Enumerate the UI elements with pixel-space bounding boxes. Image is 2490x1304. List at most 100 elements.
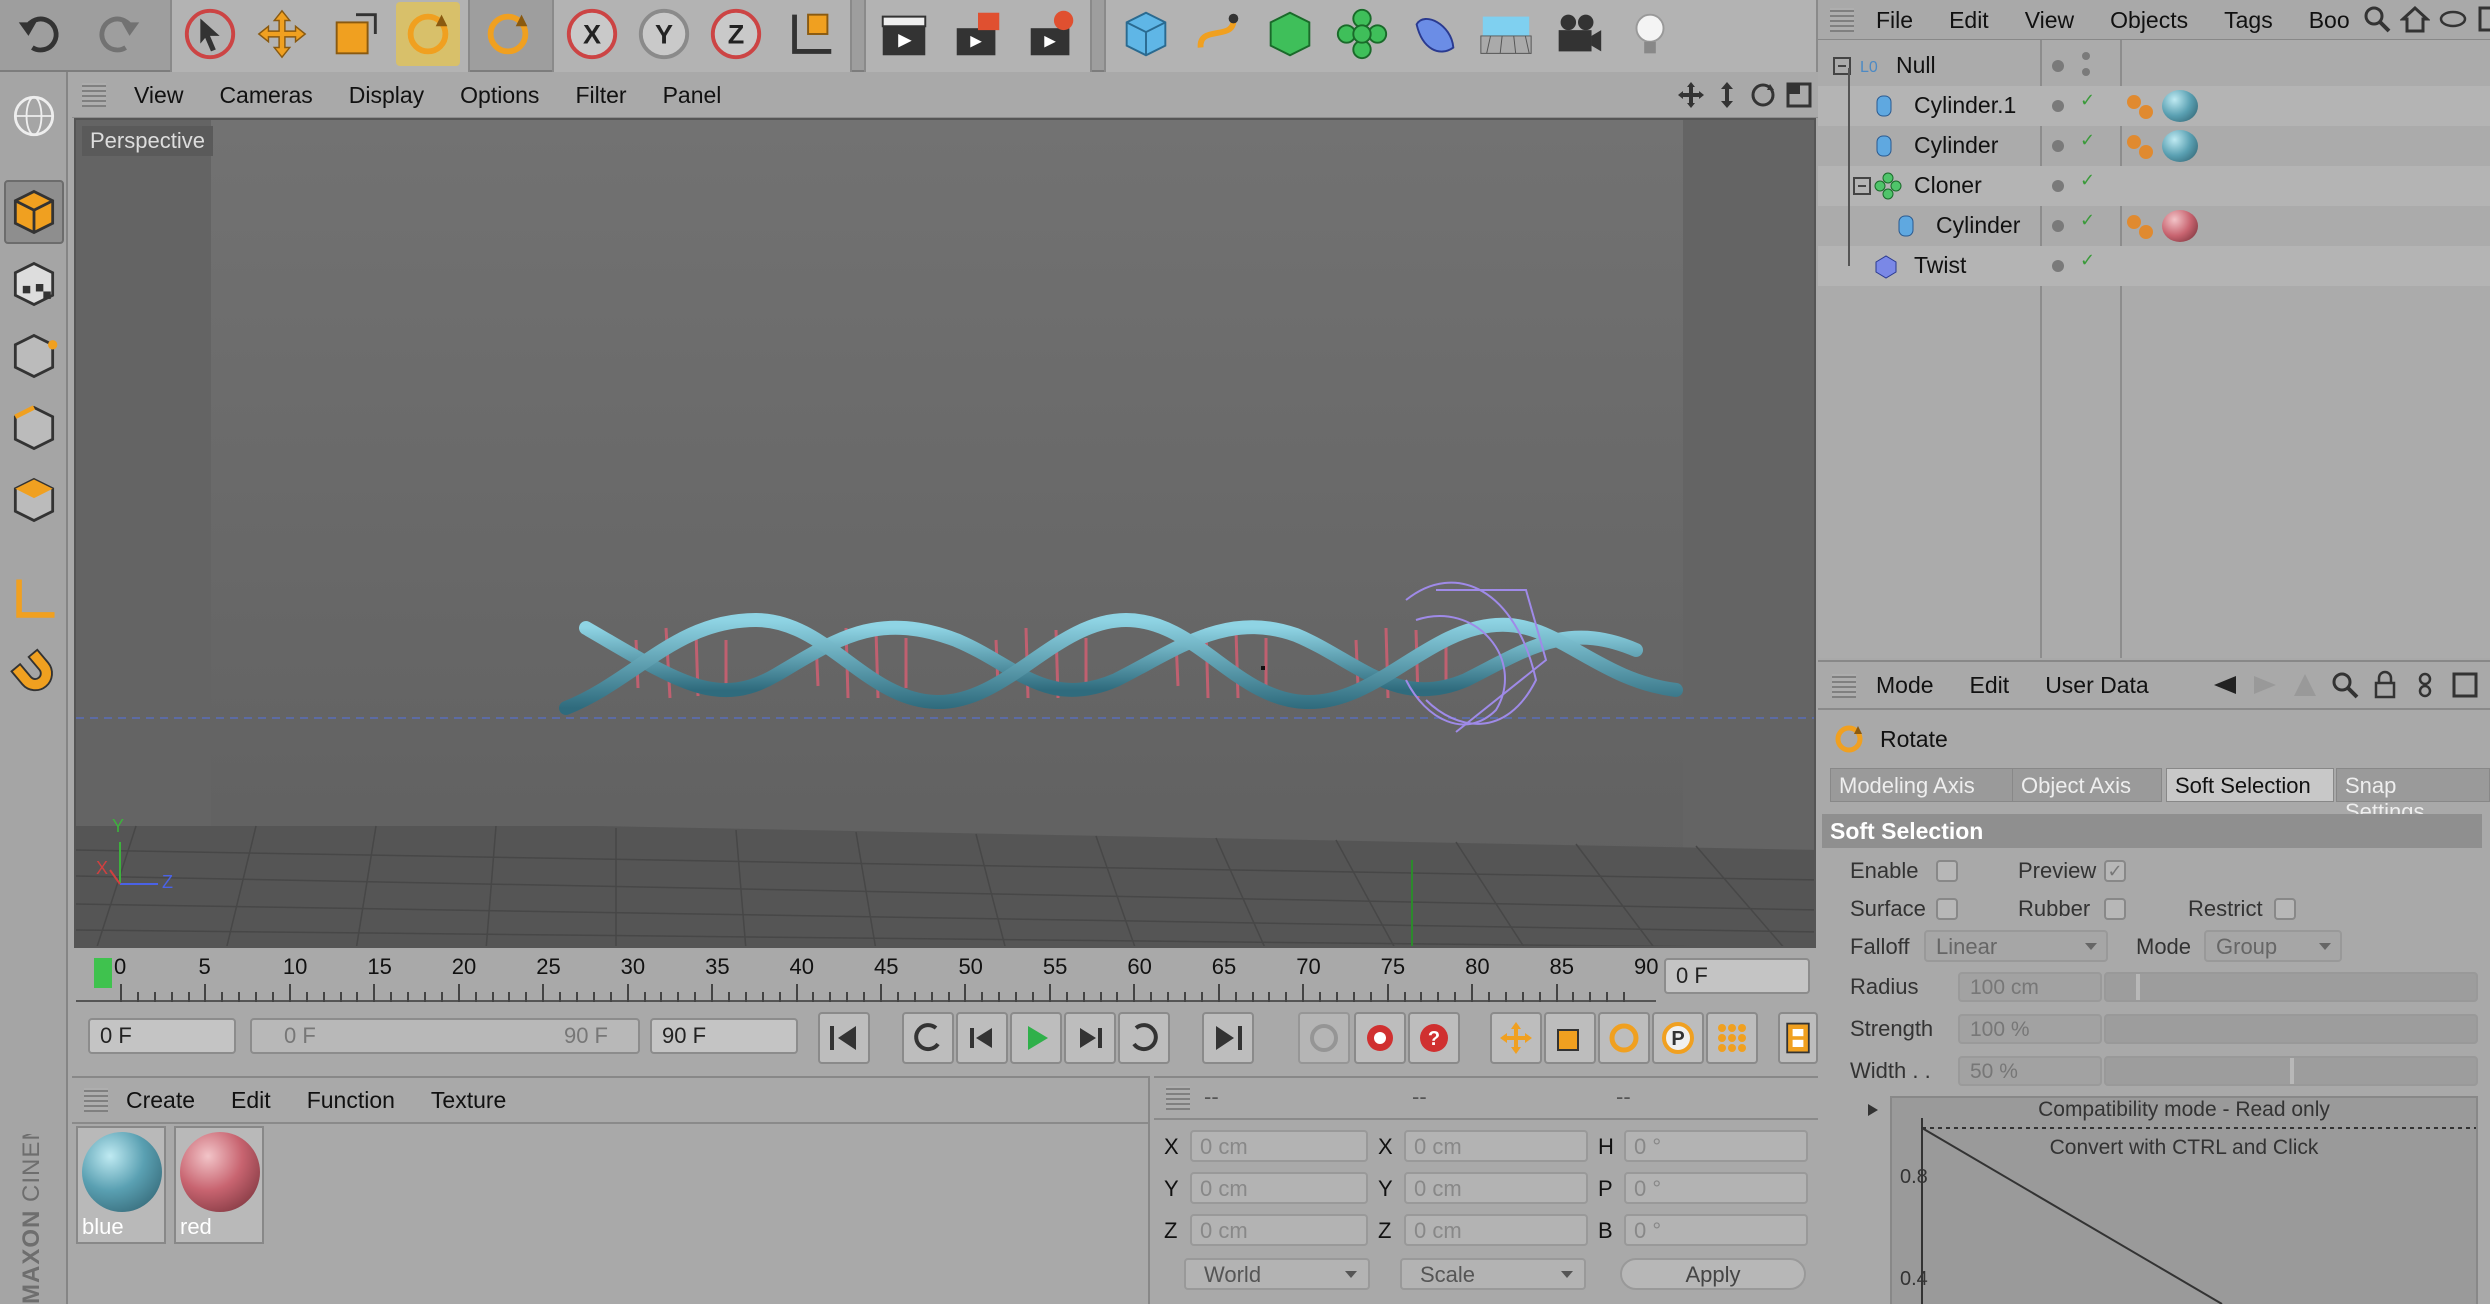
next-key-button[interactable] xyxy=(1118,1012,1170,1064)
menu-function[interactable]: Function xyxy=(289,1087,413,1114)
add-cube-button[interactable] xyxy=(1114,2,1178,66)
new-window-icon[interactable] xyxy=(2450,670,2480,700)
orbit-icon[interactable] xyxy=(1748,80,1778,110)
redo-button[interactable] xyxy=(84,2,148,66)
position-x-field[interactable]: 0 cm xyxy=(1190,1130,1368,1162)
add-light-button[interactable] xyxy=(1618,2,1682,66)
material-tag-red[interactable] xyxy=(2162,210,2198,242)
add-mograph-button[interactable] xyxy=(1330,2,1394,66)
texture-mode-button[interactable] xyxy=(4,252,64,316)
size-z-field[interactable]: 0 cm xyxy=(1404,1214,1588,1246)
object-row-cylinder-1[interactable]: Cylinder.1 ✓ xyxy=(1818,86,2490,126)
render-visibility-dot[interactable] xyxy=(2082,68,2090,76)
perspective-viewport[interactable]: Perspective Y X Z xyxy=(74,118,1816,948)
visibility-dot[interactable] xyxy=(2052,180,2064,192)
menu-user-data[interactable]: User Data xyxy=(2027,672,2167,699)
object-row-cloner-cylinder[interactable]: Cylinder ✓ xyxy=(1818,206,2490,246)
radius-slider-thumb[interactable] xyxy=(2136,974,2140,1000)
width-field[interactable]: 50 % xyxy=(1958,1056,2102,1086)
x-axis-lock-button[interactable]: X xyxy=(560,2,624,66)
edges-mode-button[interactable] xyxy=(4,396,64,460)
enabled-check-icon[interactable]: ✓ xyxy=(2080,90,2095,111)
search-icon[interactable] xyxy=(2362,4,2392,34)
falloff-curve-graph[interactable]: Compatibility mode - Read only Convert w… xyxy=(1890,1096,2478,1304)
enabled-check-icon[interactable]: ✓ xyxy=(2080,210,2095,231)
size-y-field[interactable]: 0 cm xyxy=(1404,1172,1588,1204)
falloff-select[interactable]: Linear xyxy=(1924,930,2108,962)
move-tool-button[interactable] xyxy=(250,2,314,66)
tab-snap-settings[interactable]: Snap Settings xyxy=(2336,768,2490,824)
panel-grip[interactable] xyxy=(84,1088,108,1112)
recent-tool-button[interactable] xyxy=(476,2,540,66)
home-icon[interactable] xyxy=(2400,4,2430,34)
rotation-p-field[interactable]: 0 ° xyxy=(1624,1172,1808,1204)
previous-key-button[interactable] xyxy=(902,1012,954,1064)
timeline-track[interactable] xyxy=(76,958,1656,1002)
key-parameter-button[interactable]: P xyxy=(1652,1012,1704,1064)
menu-display[interactable]: Display xyxy=(331,82,442,109)
visibility-dot[interactable] xyxy=(2052,260,2064,272)
size-x-field[interactable]: 0 cm xyxy=(1404,1130,1588,1162)
phong-tag-icon[interactable] xyxy=(2124,92,2158,122)
menu-mode[interactable]: Mode xyxy=(1858,672,1952,699)
new-window-icon[interactable] xyxy=(2476,4,2490,34)
material-tag-blue[interactable] xyxy=(2162,90,2198,122)
mode-select[interactable]: Group xyxy=(2204,930,2342,962)
object-row-twist[interactable]: Twist ✓ xyxy=(1818,246,2490,286)
menu-tags[interactable]: Tags xyxy=(2206,7,2291,34)
panel-grip[interactable] xyxy=(1830,8,1854,32)
key-rotation-button[interactable] xyxy=(1598,1012,1650,1064)
workplane-button[interactable] xyxy=(4,568,64,632)
material-swatch-blue[interactable]: blue xyxy=(76,1126,166,1244)
position-z-field[interactable]: 0 cm xyxy=(1190,1214,1368,1246)
key-pla-button[interactable] xyxy=(1706,1012,1758,1064)
rotation-h-field[interactable]: 0 ° xyxy=(1624,1130,1808,1162)
visibility-dot[interactable] xyxy=(2052,140,2064,152)
next-frame-button[interactable] xyxy=(1064,1012,1116,1064)
live-selection-button[interactable] xyxy=(178,2,242,66)
menu-texture[interactable]: Texture xyxy=(413,1087,524,1114)
rotate-tool-button[interactable] xyxy=(396,2,460,66)
play-button[interactable] xyxy=(1010,1012,1062,1064)
scale-tool-button[interactable] xyxy=(324,2,388,66)
coordinate-space-select[interactable]: World xyxy=(1184,1258,1370,1290)
add-camera-button[interactable] xyxy=(1546,2,1610,66)
make-editable-button[interactable] xyxy=(4,84,64,148)
menu-bookmarks[interactable]: Boo xyxy=(2291,7,2368,34)
visibility-dot[interactable] xyxy=(2052,100,2064,112)
menu-filter[interactable]: Filter xyxy=(557,82,644,109)
previous-frame-button[interactable] xyxy=(956,1012,1008,1064)
render-settings-button[interactable] xyxy=(1020,2,1084,66)
forward-arrow-icon[interactable] xyxy=(2250,670,2280,700)
menu-edit[interactable]: Edit xyxy=(1931,7,2007,34)
material-swatch-red[interactable]: red xyxy=(174,1126,264,1244)
width-slider-thumb[interactable] xyxy=(2290,1058,2294,1084)
panel-grip[interactable] xyxy=(82,83,106,107)
y-axis-lock-button[interactable]: Y xyxy=(632,2,696,66)
tab-soft-selection[interactable]: Soft Selection xyxy=(2166,768,2334,802)
apply-button[interactable]: Apply xyxy=(1620,1258,1806,1290)
radius-field[interactable]: 100 cm xyxy=(1958,972,2102,1002)
menu-edit[interactable]: Edit xyxy=(1952,672,2028,699)
visibility-dot[interactable] xyxy=(2052,60,2064,72)
preview-range-slider[interactable]: 0 F 90 F xyxy=(250,1018,640,1054)
add-generator-button[interactable] xyxy=(1258,2,1322,66)
radius-slider[interactable] xyxy=(2104,972,2478,1002)
tab-modeling-axis[interactable]: Modeling Axis xyxy=(1830,768,2026,802)
preview-checkbox[interactable]: ✓ xyxy=(2104,860,2126,882)
visibility-dot[interactable] xyxy=(2052,220,2064,232)
phong-tag-icon[interactable] xyxy=(2124,212,2158,242)
record-motion-button[interactable] xyxy=(1298,1012,1350,1064)
panel-grip[interactable] xyxy=(1832,674,1856,698)
undo-button[interactable] xyxy=(10,2,74,66)
enabled-check-icon[interactable]: ✓ xyxy=(2080,250,2095,271)
object-row-cylinder[interactable]: Cylinder ✓ xyxy=(1818,126,2490,166)
panel-grip[interactable] xyxy=(1166,1086,1190,1110)
render-view-button[interactable] xyxy=(872,2,936,66)
menu-cameras[interactable]: Cameras xyxy=(201,82,330,109)
snap-button[interactable] xyxy=(4,640,64,704)
pan-icon[interactable] xyxy=(1676,80,1706,110)
key-scale-button[interactable] xyxy=(1544,1012,1596,1064)
tab-object-axis[interactable]: Object Axis xyxy=(2012,768,2162,802)
menu-edit[interactable]: Edit xyxy=(213,1087,289,1114)
